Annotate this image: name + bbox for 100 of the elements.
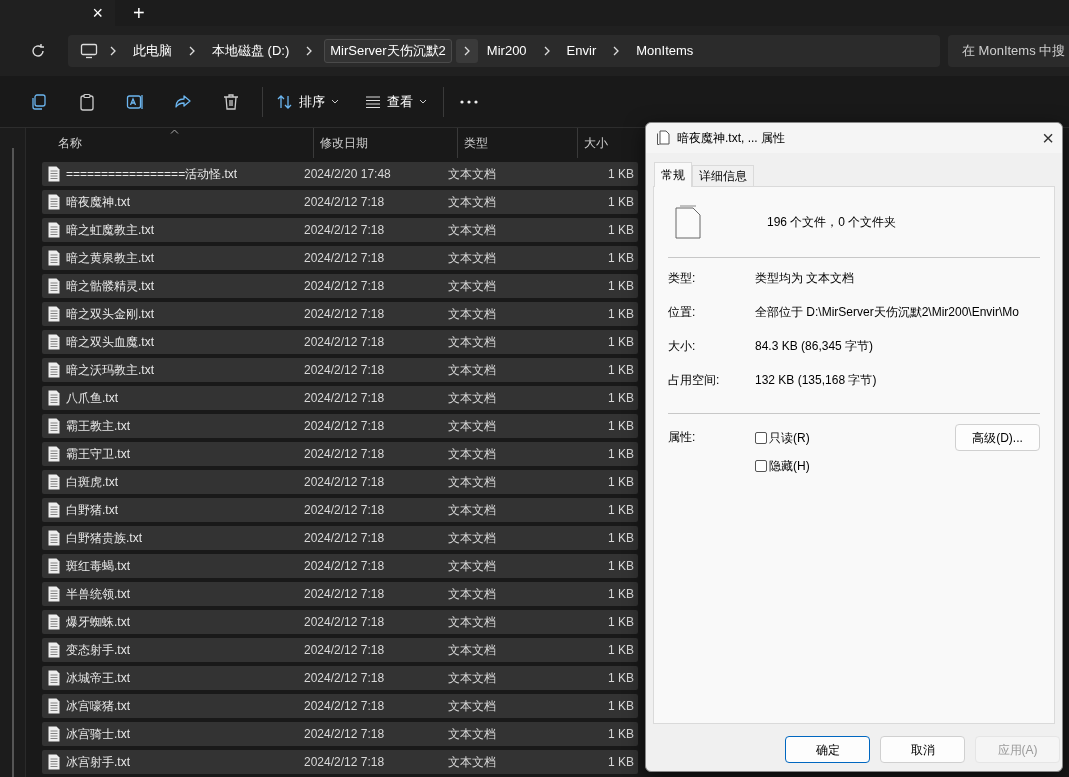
breadcrumb-item[interactable]: 本地磁盘 (D:) [207,39,295,63]
file-size: 1 KB [608,502,634,519]
new-tab-button[interactable]: + [133,0,145,28]
file-row[interactable]: 斑红毒蝎.txt 2024/2/12 7:18 文本文档 1 KB [42,554,638,578]
file-row[interactable]: 暗之黄泉教主.txt 2024/2/12 7:18 文本文档 1 KB [42,246,638,270]
file-row[interactable]: 冰宫射手.txt 2024/2/12 7:18 文本文档 1 KB [42,750,638,774]
file-row[interactable]: 白野猪.txt 2024/2/12 7:18 文本文档 1 KB [42,498,638,522]
text-file-icon [48,642,60,658]
file-row[interactable]: 暗之双头金刚.txt 2024/2/12 7:18 文本文档 1 KB [42,302,638,326]
file-size: 1 KB [608,418,634,435]
file-name: 冰宫嚎猪.txt [66,698,131,715]
file-size: 1 KB [608,334,634,351]
file-row[interactable]: 霸王教主.txt 2024/2/12 7:18 文本文档 1 KB [42,414,638,438]
property-label: 大小: [668,338,697,355]
delete-icon[interactable] [222,92,240,111]
file-name: 变态射手.txt [66,642,131,659]
modified-date: 2024/2/12 7:18 [304,502,386,519]
file-row[interactable]: 暗之虹魔教主.txt 2024/2/12 7:18 文本文档 1 KB [42,218,638,242]
text-file-icon [48,698,60,714]
file-type: 文本文档 [448,474,497,491]
file-row[interactable]: 变态射手.txt 2024/2/12 7:18 文本文档 1 KB [42,638,638,662]
modified-date: 2024/2/20 17:48 [304,166,392,183]
file-type: 文本文档 [448,558,497,575]
chevron-button[interactable] [455,39,478,63]
file-type: 文本文档 [448,698,497,715]
chevron-icon [463,46,470,56]
breadcrumb-item[interactable]: MirServer天伤沉默2 [324,39,452,63]
text-file-icon [48,614,60,630]
file-row[interactable]: 暗之双头血魔.txt 2024/2/12 7:18 文本文档 1 KB [42,330,638,354]
dialog-button[interactable]: 取消 [880,736,965,763]
file-row[interactable]: 冰宫骑士.txt 2024/2/12 7:18 文本文档 1 KB [42,722,638,746]
file-row[interactable]: 霸王守卫.txt 2024/2/12 7:18 文本文档 1 KB [42,442,638,466]
close-button[interactable]: × [1042,128,1054,148]
file-size: 1 KB [608,306,634,323]
file-type: 文本文档 [448,726,497,743]
advanced-button[interactable]: 高级(D)... [955,424,1040,451]
file-type: 文本文档 [448,530,497,547]
modified-date: 2024/2/12 7:18 [304,726,386,743]
file-size: 1 KB [608,754,634,771]
file-type: 文本文档 [448,278,497,295]
text-file-icon [48,474,60,490]
checkbox[interactable] [755,460,767,472]
file-row[interactable]: 半兽统领.txt 2024/2/12 7:18 文本文档 1 KB [42,582,638,606]
file-row[interactable]: 暗夜魔神.txt 2024/2/12 7:18 文本文档 1 KB [42,190,638,214]
dialog-tab[interactable]: 详细信息 [692,165,754,186]
column-header[interactable]: 大小 [584,134,608,152]
breadcrumb-item[interactable]: Envir [561,39,602,63]
modified-date: 2024/2/12 7:18 [304,558,386,575]
file-row[interactable]: 爆牙蜘蛛.txt 2024/2/12 7:18 文本文档 1 KB [42,610,638,634]
text-file-icon [48,446,60,462]
files-icon [656,130,670,146]
modified-date: 2024/2/12 7:18 [304,670,386,687]
files-icon [675,205,703,239]
column-header[interactable]: 修改日期 [320,134,368,152]
more-icon[interactable] [460,99,478,104]
file-row[interactable]: 暗之骷髅精灵.txt 2024/2/12 7:18 文本文档 1 KB [42,274,638,298]
column-header[interactable]: 名称 [58,134,82,152]
file-row[interactable]: 八爪鱼.txt 2024/2/12 7:18 文本文档 1 KB [42,386,638,410]
file-row[interactable]: 冰城帝王.txt 2024/2/12 7:18 文本文档 1 KB [42,666,638,690]
file-size: 1 KB [608,474,634,491]
copy-icon[interactable] [30,92,48,111]
checkbox-label[interactable]: 隐藏(H) [769,457,810,475]
modified-date: 2024/2/12 7:18 [304,474,386,491]
sort-button[interactable]: 排序 [277,91,339,112]
file-row[interactable]: 白斑虎.txt 2024/2/12 7:18 文本文档 1 KB [42,470,638,494]
checkbox-label[interactable]: 只读(R) [769,429,810,447]
file-size: 1 KB [608,530,634,547]
text-file-icon [48,390,60,406]
property-value: 类型均为 文本文档 [755,270,855,287]
chevron-icon [189,46,195,56]
view-button[interactable]: 查看 [365,91,427,112]
modified-date: 2024/2/12 7:18 [304,614,386,631]
file-type: 文本文档 [448,754,497,771]
address-bar[interactable]: 此电脑 本地磁盘 (D:) MirServer天伤沉默2 Mir200 Envir MonItems [68,35,940,67]
column-header[interactable]: 类型 [464,134,488,152]
refresh-icon[interactable] [30,43,46,59]
breadcrumb-item[interactable]: Mir200 [481,39,532,63]
rename-icon[interactable] [126,92,144,111]
modified-date: 2024/2/12 7:18 [304,586,386,603]
file-name: 冰宫骑士.txt [66,726,131,743]
file-row[interactable]: 暗之沃玛教主.txt 2024/2/12 7:18 文本文档 1 KB [42,358,638,382]
file-name: 爆牙蜘蛛.txt [66,614,131,631]
chevron-icon [306,46,313,56]
modified-date: 2024/2/12 7:18 [304,278,386,295]
checkbox[interactable] [755,432,767,444]
dialog-button[interactable]: 确定 [785,736,870,763]
search-field[interactable]: 在 MonItems 中搜 [948,35,1069,67]
property-label: 占用空间: [668,372,721,389]
dialog-tab[interactable]: 常规 [654,162,692,187]
file-row[interactable]: =================活动怪.txt 2024/2/20 17:48 文本文档 1 KB [42,162,638,186]
breadcrumb-item[interactable]: 此电脑 [128,39,177,63]
file-type: 文本文档 [448,222,497,239]
file-row[interactable]: 白野猪贵族.txt 2024/2/12 7:18 文本文档 1 KB [42,526,638,550]
close-tab-button[interactable]: × [92,0,103,27]
file-size: 1 KB [608,642,634,659]
file-row[interactable]: 冰宫嚎猪.txt 2024/2/12 7:18 文本文档 1 KB [42,694,638,718]
paste-icon[interactable] [78,92,96,111]
breadcrumb-item[interactable]: MonItems [631,39,699,63]
file-type: 文本文档 [448,502,497,519]
file-size: 1 KB [608,362,634,379]
